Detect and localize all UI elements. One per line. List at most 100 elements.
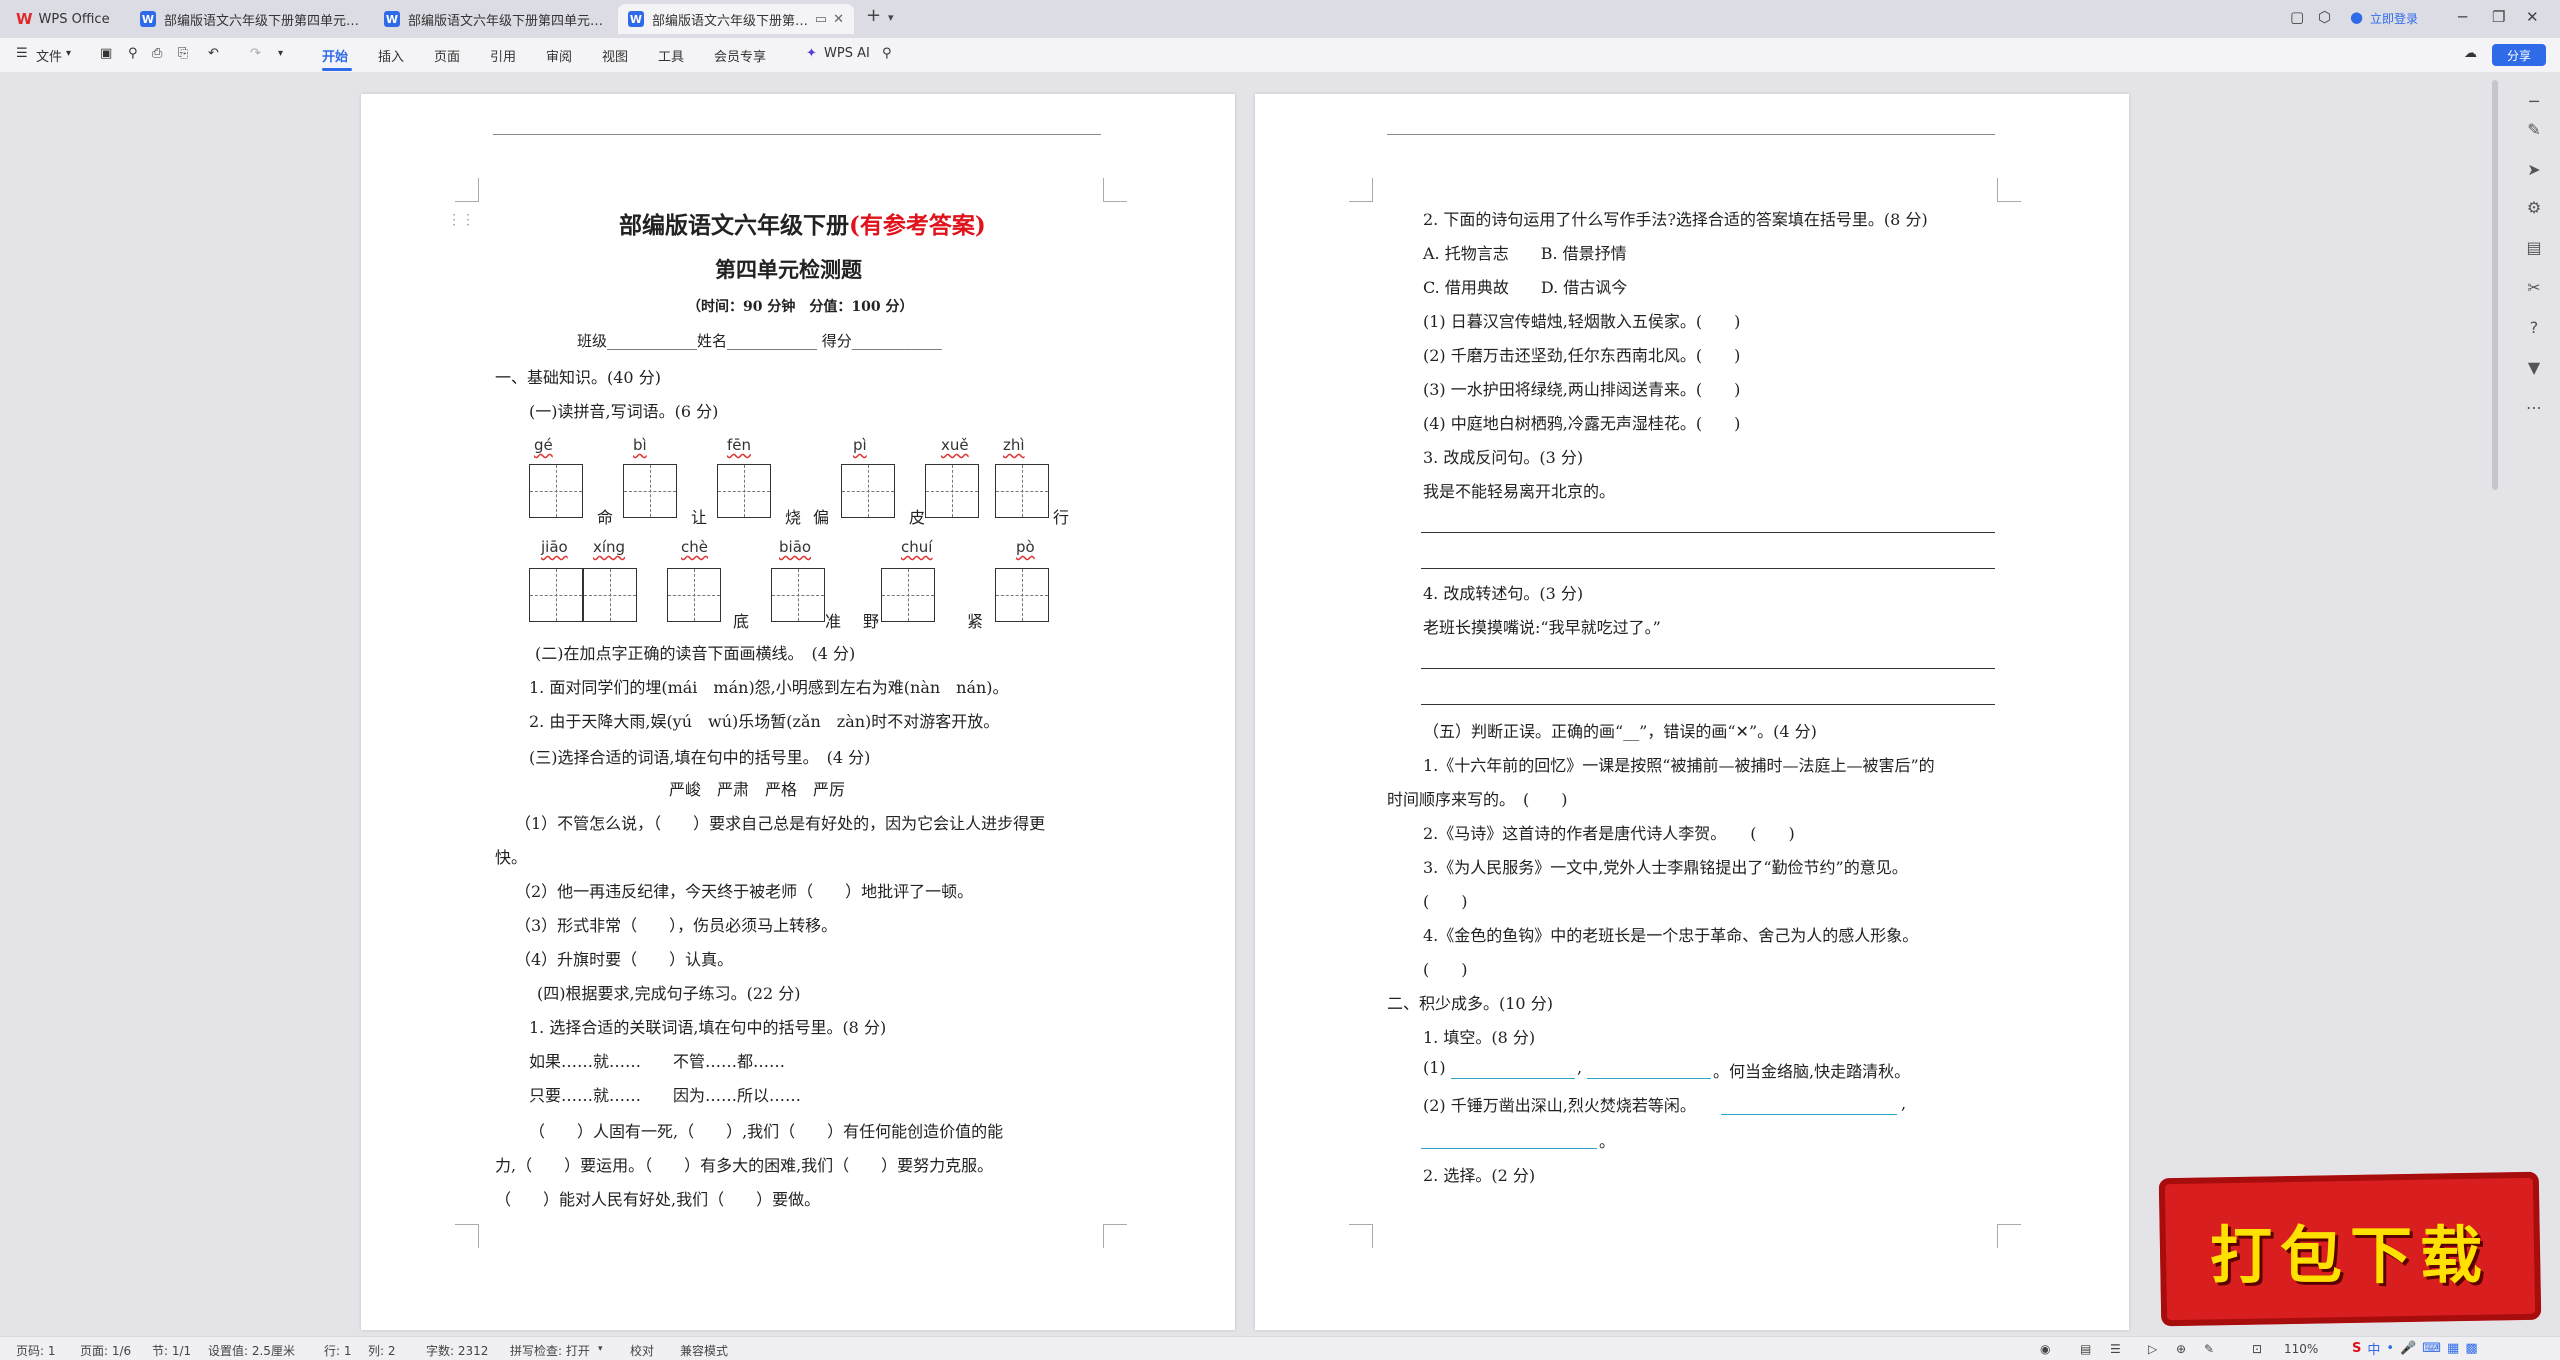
file-chevron-icon[interactable]: ▾: [66, 48, 71, 59]
row-indicator[interactable]: 行: 1: [324, 1342, 352, 1359]
answer-line[interactable]: [1421, 568, 1995, 569]
page-code[interactable]: 页码: 1: [16, 1342, 56, 1359]
document-page-2[interactable]: 2. 下面的诗句运用了什么写作手法?选择合适的答案填在括号里。(8 分) A. …: [1255, 94, 2129, 1330]
answer-line[interactable]: [1421, 704, 1995, 705]
setting-value[interactable]: 设置值: 2.5厘米: [208, 1342, 295, 1359]
spell-chevron-icon[interactable]: ▾: [598, 1344, 603, 1354]
writing-grid-cell[interactable]: [717, 464, 771, 518]
ime-language[interactable]: 中: [2367, 1339, 2380, 1358]
login-link[interactable]: 立即登录: [2370, 10, 2418, 27]
tab-document-2[interactable]: W 部编版语文六年级下册第四单元测试卷...: [374, 4, 614, 34]
answer-line[interactable]: [1421, 532, 1995, 533]
writing-grid-cell[interactable]: [881, 568, 935, 622]
zoom-level[interactable]: 110%: [2284, 1342, 2318, 1356]
restore-icon[interactable]: ❐: [2492, 8, 2505, 26]
column-indicator[interactable]: 列: 2: [368, 1342, 396, 1359]
menu-icon[interactable]: ☰: [16, 46, 28, 61]
pen-view-icon[interactable]: ✎: [2204, 1342, 2214, 1356]
pen-icon[interactable]: ✎: [2524, 120, 2544, 139]
cube-icon[interactable]: ⬡: [2318, 8, 2331, 26]
proofread-button[interactable]: 校对: [630, 1342, 654, 1359]
document-page-1[interactable]: ⋮⋮ 部编版语文六年级下册(有参考答案) 第四单元检测题 （时间：90 分钟 分…: [361, 94, 1235, 1330]
file-menu[interactable]: 文件: [36, 46, 62, 65]
download-promo-sticker[interactable]: 打包下载: [2158, 1171, 2542, 1327]
fill-blank[interactable]: [1451, 1078, 1575, 1079]
tab-label: WPS Office: [38, 11, 110, 27]
time-score-info: （时间：90 分钟 分值：100 分）: [687, 299, 914, 315]
skin-icon[interactable]: ▦: [2447, 1341, 2459, 1356]
fill-blank[interactable]: [1587, 1078, 1711, 1079]
eye-icon[interactable]: ◉: [2040, 1342, 2050, 1356]
answer-line[interactable]: [1421, 668, 1995, 669]
writing-grid-cell[interactable]: [771, 568, 825, 622]
menu-member[interactable]: 会员专享: [714, 46, 766, 65]
menu-review[interactable]: 审阅: [546, 46, 572, 65]
undo-icon[interactable]: ↶: [208, 46, 219, 61]
spell-check-toggle[interactable]: 拼写检查: 打开: [510, 1342, 590, 1359]
outline-view-icon[interactable]: ☰: [2110, 1342, 2121, 1356]
share-button[interactable]: 分享: [2492, 44, 2546, 66]
shirt-icon[interactable]: ▼: [2524, 358, 2544, 377]
fit-page-icon[interactable]: ⊡: [2252, 1342, 2262, 1356]
close-window-icon[interactable]: ✕: [2526, 8, 2539, 26]
writing-grid-cell[interactable]: [841, 464, 895, 518]
print-preview-icon[interactable]: ⎘: [178, 46, 188, 61]
cursor-icon[interactable]: ➤: [2524, 160, 2544, 179]
search-icon[interactable]: ⚲: [882, 46, 892, 61]
writing-grid-cell[interactable]: [623, 464, 677, 518]
print-icon[interactable]: ⎙: [152, 46, 162, 61]
menu-start[interactable]: 开始: [322, 46, 348, 65]
new-tab-button[interactable]: +: [866, 5, 881, 26]
window-layout-icon[interactable]: ▢: [2290, 8, 2304, 26]
minimize-icon[interactable]: ─: [2458, 8, 2467, 26]
input-method-bar[interactable]: S 中 • 🎤 ⌨ ▦ ▩: [2352, 1336, 2512, 1360]
menu-insert[interactable]: 插入: [378, 46, 404, 65]
toolbox-icon[interactable]: ▩: [2465, 1341, 2477, 1356]
play-icon[interactable]: ▷: [2148, 1342, 2157, 1356]
punctuation-icon[interactable]: •: [2386, 1341, 2394, 1356]
fill-blank[interactable]: [1421, 1148, 1597, 1149]
more-chevron-icon[interactable]: ▾: [278, 48, 283, 59]
adjust-icon[interactable]: ⚙: [2524, 198, 2544, 217]
tab-document-1[interactable]: W 部编版语文六年级下册第四单元 综合...: [130, 4, 370, 34]
menu-tools[interactable]: 工具: [658, 46, 684, 65]
help-icon[interactable]: ?: [2524, 318, 2544, 337]
menu-reference[interactable]: 引用: [490, 46, 516, 65]
keyboard-icon[interactable]: ⌨: [2422, 1341, 2441, 1356]
writing-grid-cell[interactable]: [529, 568, 583, 622]
collapse-icon[interactable]: ─: [2524, 92, 2544, 111]
tab-wps-office[interactable]: W WPS Office: [6, 4, 126, 34]
redo-icon[interactable]: ↷: [250, 46, 261, 61]
section-indicator[interactable]: 节: 1/1: [152, 1342, 191, 1359]
tools-icon[interactable]: ✂: [2524, 278, 2544, 297]
writing-grid-cell[interactable]: [583, 568, 637, 622]
tab-document-3-active[interactable]: W 部编版语文六年级下册第四单元... ▭ ✕: [618, 4, 854, 34]
writing-grid-cell[interactable]: [995, 568, 1049, 622]
web-view-icon[interactable]: ⊕: [2176, 1342, 2186, 1356]
user-avatar-icon[interactable]: ●: [2350, 8, 2363, 26]
menu-view[interactable]: 视图: [602, 46, 628, 65]
writing-grid-cell[interactable]: [667, 568, 721, 622]
writing-grid-cell[interactable]: [925, 464, 979, 518]
tab-list-chevron-icon[interactable]: ▾: [888, 11, 894, 24]
document-title: 部编版语文六年级下册(有参考答案): [619, 212, 986, 239]
cloud-sync-icon[interactable]: ☁: [2464, 46, 2477, 61]
writing-grid-cell[interactable]: [995, 464, 1049, 518]
page-indicator[interactable]: 页面: 1/6: [80, 1342, 131, 1359]
search-doc-icon[interactable]: ⚲: [128, 46, 138, 61]
vertical-scrollbar[interactable]: [2492, 80, 2498, 490]
menu-page[interactable]: 页面: [434, 46, 460, 65]
word-count[interactable]: 字数: 2312: [426, 1342, 488, 1359]
save-icon[interactable]: ▣: [100, 46, 112, 61]
wps-ai-button[interactable]: WPS AI: [824, 46, 870, 61]
drag-handle-icon[interactable]: ⋮⋮: [447, 212, 475, 228]
judge-4-cont: ( ): [1423, 960, 1468, 979]
format-icon[interactable]: ▤: [2524, 238, 2544, 257]
microphone-icon[interactable]: 🎤: [2400, 1341, 2416, 1356]
page-view-icon[interactable]: ▤: [2080, 1342, 2091, 1356]
wps-ai-icon[interactable]: ✦: [806, 46, 817, 61]
more-icon[interactable]: ⋯: [2524, 398, 2544, 417]
fill-blank[interactable]: [1721, 1114, 1897, 1115]
close-tab-icon[interactable]: ✕: [833, 12, 844, 27]
writing-grid-cell[interactable]: [529, 464, 583, 518]
